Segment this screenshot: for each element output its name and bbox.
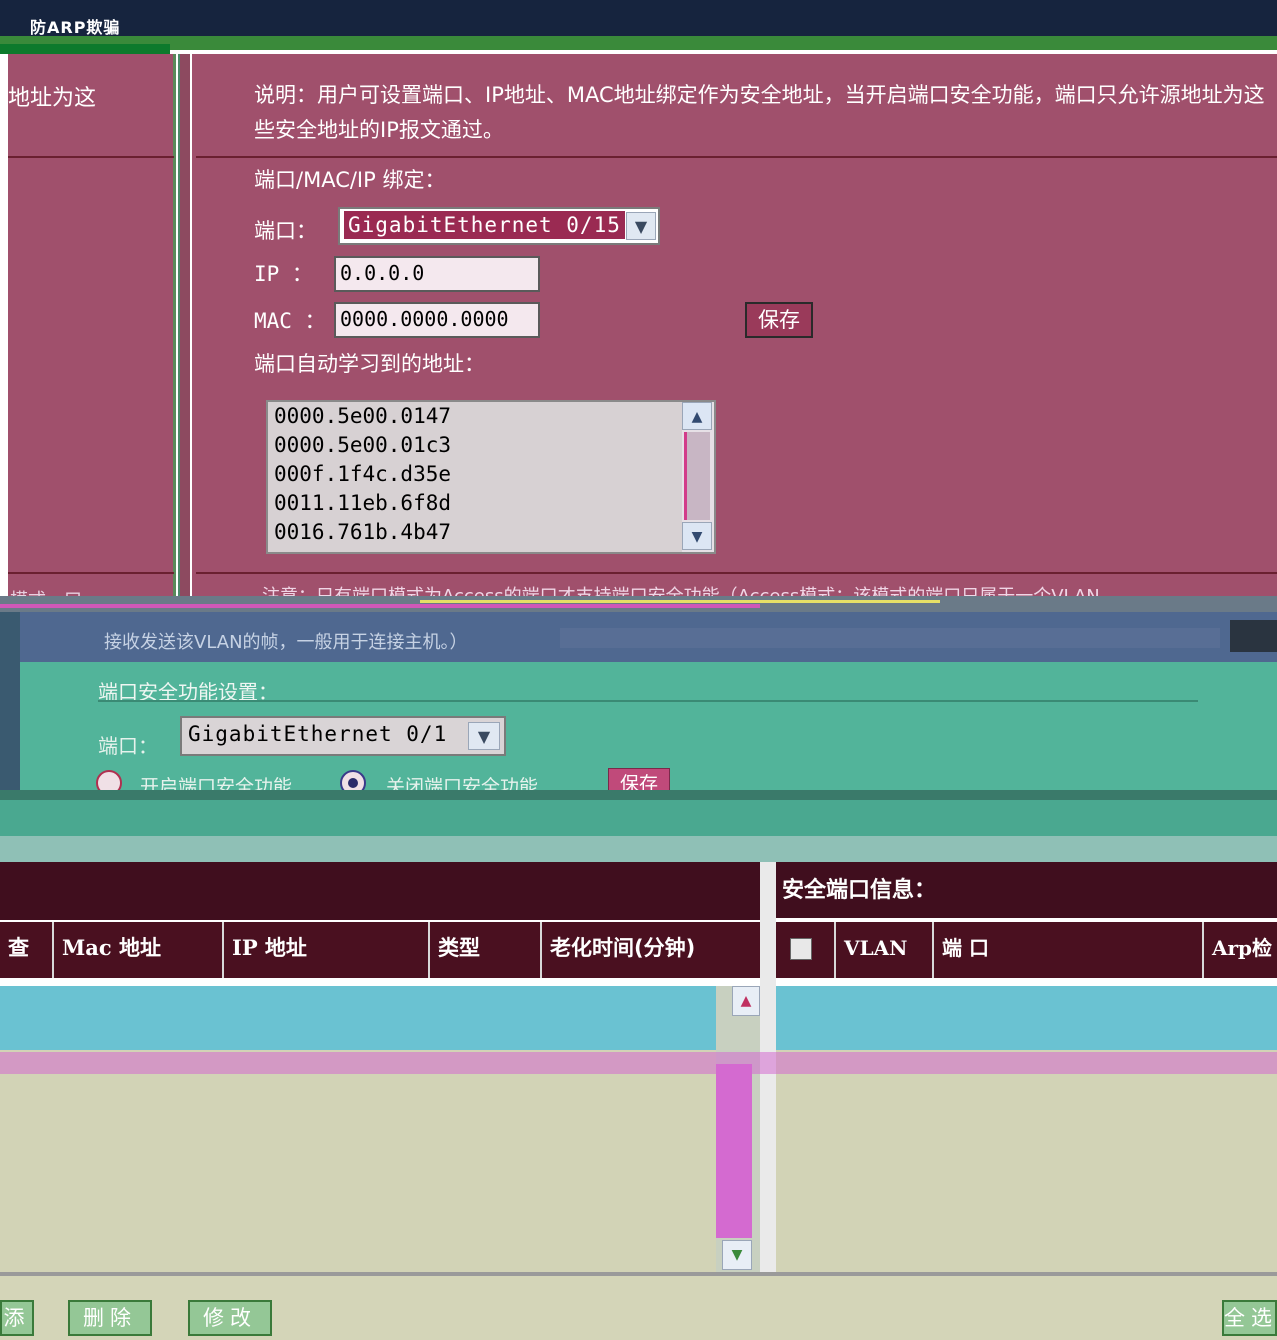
add-button[interactable]: 添 xyxy=(0,1300,34,1336)
note-band-text: 接收发送该VLAN的帧，一般用于连接主机。） xyxy=(104,632,468,653)
left-divider xyxy=(8,572,174,574)
port-select-value[interactable]: GigabitEthernet 0/15 xyxy=(344,211,625,239)
learned-list-scroll-thumb[interactable] xyxy=(684,432,710,520)
column-header-arp-check[interactable]: Arp检 xyxy=(1202,922,1277,978)
render-artifact xyxy=(1230,620,1277,652)
port-security-panel-lower xyxy=(0,800,1277,836)
radio-selected-dot xyxy=(348,778,358,788)
save-binding-button[interactable]: 保存 xyxy=(745,302,813,338)
column-header-type[interactable]: 类型 xyxy=(428,922,540,978)
secure-ports-body xyxy=(776,986,1277,1050)
page-title: 防ARP欺骗 xyxy=(30,18,121,37)
chevron-down-icon[interactable]: ▼ xyxy=(468,722,500,750)
left-divider xyxy=(8,156,174,158)
select-all-button[interactable]: 全选 xyxy=(1222,1300,1277,1336)
column-header-ip[interactable]: IP 地址 xyxy=(222,922,428,978)
scroll-up-icon[interactable]: ▲ xyxy=(732,986,760,1016)
list-item[interactable]: 0016.761b.4b47 xyxy=(274,520,451,544)
list-item[interactable]: 000f.1f4c.d35e xyxy=(274,462,451,486)
secure-ports-body-lower xyxy=(776,1050,1277,1275)
render-artifact xyxy=(0,836,1277,862)
binding-divider xyxy=(196,156,1277,158)
render-artifact xyxy=(560,628,1220,648)
column-header-aging-time[interactable]: 老化时间(分钟) xyxy=(540,922,760,978)
port-label: 端口： xyxy=(254,219,317,243)
top-divider-accent xyxy=(0,44,170,54)
render-artifact xyxy=(0,604,760,608)
binding-description: 说明：用户可设置端口、IP地址、MAC地址绑定作为安全地址，当开启端口安全功能，… xyxy=(254,83,1265,142)
left-panel xyxy=(8,54,176,604)
address-table-scroll-thumb[interactable] xyxy=(716,1064,752,1238)
list-item[interactable]: 0000.5e00.0147 xyxy=(274,404,451,428)
top-divider xyxy=(0,36,1277,50)
select-all-checkbox[interactable] xyxy=(790,938,812,960)
port-label: 端口： xyxy=(98,734,158,758)
column-header-check[interactable]: 查 xyxy=(0,922,52,978)
scroll-up-icon[interactable]: ▲ xyxy=(682,402,712,430)
delete-button[interactable]: 删除 xyxy=(68,1300,152,1336)
list-item[interactable]: 0000.5e00.01c3 xyxy=(274,433,451,457)
modify-button[interactable]: 修改 xyxy=(188,1300,272,1336)
panel-splitter[interactable] xyxy=(178,54,190,604)
port-security-divider xyxy=(98,700,1198,702)
address-table-titlebar xyxy=(0,862,760,920)
ip-label: IP ： xyxy=(254,262,313,286)
render-artifact xyxy=(0,1052,1277,1074)
address-table-body xyxy=(0,986,732,1050)
mac-label: MAC ： xyxy=(254,309,326,333)
top-bar xyxy=(0,0,1277,40)
column-header-vlan[interactable]: VLAN xyxy=(834,922,932,978)
mac-input[interactable]: 0000.0000.0000 xyxy=(334,302,540,338)
column-header-mac[interactable]: Mac 地址 xyxy=(52,922,222,978)
binding-section-title: 端口/MAC/IP 绑定： xyxy=(254,168,446,192)
left-panel-description: 地址为这 xyxy=(8,86,97,111)
learned-addresses-title: 端口自动学习到的地址： xyxy=(254,352,485,376)
address-table-body-lower xyxy=(0,1050,760,1275)
column-header-port[interactable]: 端 口 xyxy=(932,922,1202,978)
scroll-down-icon[interactable]: ▼ xyxy=(722,1240,752,1270)
secure-ports-title: 安全端口信息： xyxy=(782,878,937,903)
render-artifact xyxy=(0,790,1277,800)
render-artifact xyxy=(420,600,940,603)
scroll-down-icon[interactable]: ▼ xyxy=(682,522,712,550)
chevron-down-icon[interactable]: ▼ xyxy=(626,212,656,240)
security-port-select-value[interactable]: GigabitEthernet 0/1 xyxy=(188,722,447,746)
list-item[interactable]: 0011.11eb.6f8d xyxy=(274,491,451,515)
ip-input[interactable]: 0.0.0.0 xyxy=(334,256,540,292)
binding-divider xyxy=(196,572,1277,574)
